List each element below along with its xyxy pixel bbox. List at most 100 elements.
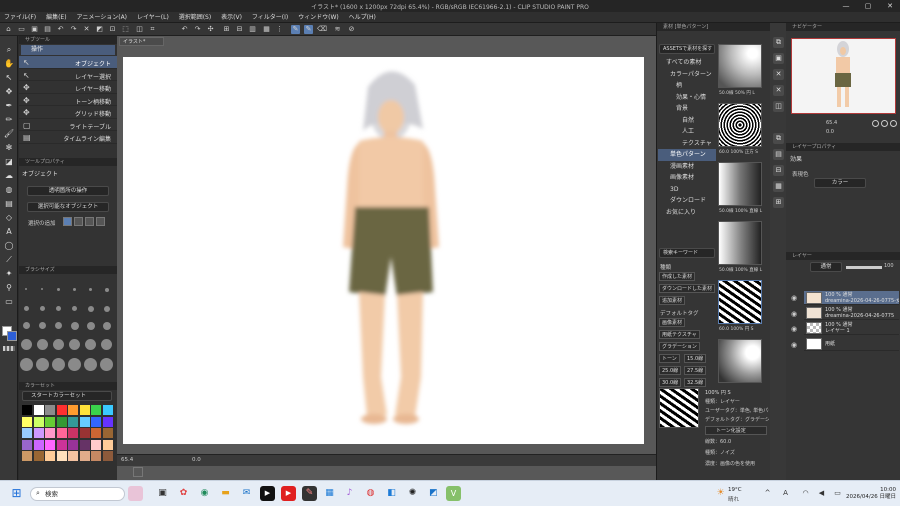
tree-item[interactable]: 自然 bbox=[658, 115, 716, 127]
tone-setting-checkbox[interactable]: トーン化設定 bbox=[705, 426, 767, 435]
tree-item[interactable]: テクスチャ bbox=[658, 138, 716, 150]
tag-gradation[interactable]: グラデーション bbox=[659, 342, 700, 351]
windows-start-icon[interactable]: ⊞ bbox=[9, 486, 24, 501]
new-file-icon[interactable]: ▭ bbox=[17, 25, 26, 34]
brush-size-option[interactable] bbox=[21, 339, 32, 350]
visibility-icon[interactable]: ◉ bbox=[789, 293, 799, 303]
frame-tool-icon[interactable]: ▭ bbox=[2, 296, 16, 307]
keyword-search-input[interactable]: 検索キーワード bbox=[659, 248, 715, 258]
tree-item[interactable]: 漫画素材 bbox=[658, 161, 716, 173]
color-swatch[interactable] bbox=[91, 439, 101, 450]
pen-tool-icon[interactable]: ✒ bbox=[2, 100, 16, 111]
material-thumb[interactable] bbox=[718, 44, 762, 88]
layer-row[interactable]: 用紙 bbox=[804, 337, 899, 351]
tree-item[interactable]: 人工 bbox=[658, 126, 716, 138]
figure-tool-icon[interactable]: ◇ bbox=[2, 212, 16, 223]
brush-size-option[interactable] bbox=[23, 322, 30, 329]
sub-tool-layer-move[interactable]: ✥ レイヤー移動 bbox=[19, 81, 117, 94]
brush-size-option[interactable] bbox=[40, 306, 45, 311]
brush-size-option[interactable] bbox=[89, 288, 92, 291]
zoom-out-icon[interactable] bbox=[881, 120, 888, 127]
color-swatch[interactable] bbox=[91, 416, 101, 427]
tree-item[interactable]: お気に入り bbox=[658, 207, 716, 219]
edge-icon[interactable]: ◉ bbox=[197, 486, 212, 501]
color-swatch[interactable] bbox=[45, 451, 55, 461]
zoom-in-icon[interactable] bbox=[872, 120, 879, 127]
fill-tool-icon[interactable]: ◍ bbox=[2, 184, 16, 195]
menu-layer[interactable]: レイヤー(L) bbox=[133, 12, 173, 23]
tree-item[interactable]: 背景 bbox=[658, 103, 716, 115]
layer-row-selected[interactable]: 100 % 通常 dreamina-2026-04-26-0775-女の子 bbox=[804, 291, 899, 305]
eraser-tool-icon[interactable]: ◪ bbox=[2, 156, 16, 167]
sub-tool-timeline[interactable]: ▤ タイムライン編集 bbox=[19, 131, 117, 144]
animation-dock-icon[interactable]: ▦ bbox=[773, 181, 784, 192]
color-swatch[interactable] bbox=[79, 439, 90, 450]
zoom-readout[interactable]: 65.4 bbox=[121, 457, 133, 463]
tag-downloaded[interactable]: ダウンロードした素材 bbox=[659, 284, 716, 293]
subtract-selection-icon[interactable] bbox=[85, 217, 94, 226]
color-swatch[interactable] bbox=[33, 439, 44, 450]
brush-size-option[interactable] bbox=[52, 358, 65, 371]
color-swatch[interactable] bbox=[79, 405, 90, 415]
color-swatch[interactable] bbox=[33, 405, 44, 415]
layer-search-dock-icon[interactable]: ⊟ bbox=[773, 165, 784, 176]
color-swatch[interactable] bbox=[22, 451, 32, 461]
brush-size-option[interactable] bbox=[100, 358, 113, 371]
ime-indicator[interactable]: A bbox=[778, 486, 793, 501]
brush-size-option[interactable] bbox=[57, 288, 60, 291]
redo-icon[interactable]: ↷ bbox=[69, 25, 78, 34]
transform-icon[interactable]: ⊡ bbox=[108, 25, 117, 34]
tag-15[interactable]: 15.0線 bbox=[684, 354, 707, 363]
menu-file[interactable]: ファイル(F) bbox=[0, 12, 40, 23]
color-swatch[interactable] bbox=[79, 451, 90, 461]
sub-tool-grid-move[interactable]: ✥ グリッド移動 bbox=[19, 106, 117, 119]
brush-size-option[interactable] bbox=[20, 358, 33, 371]
brush-size-option[interactable] bbox=[101, 339, 112, 350]
tag-created[interactable]: 作成した素材 bbox=[659, 272, 696, 281]
maximize-button[interactable]: ▢ bbox=[858, 0, 878, 12]
menu-window[interactable]: ウィンドウ(W) bbox=[294, 12, 343, 23]
battery-icon[interactable]: ▭ bbox=[830, 486, 845, 501]
layer-opacity[interactable]: 100 bbox=[884, 263, 894, 269]
tag-tone[interactable]: トーン bbox=[659, 354, 680, 363]
color-swatch[interactable] bbox=[102, 416, 113, 427]
timeline-dock-icon[interactable]: ⊞ bbox=[773, 197, 784, 208]
opacity-slider[interactable] bbox=[846, 266, 882, 269]
tree-item[interactable]: カラーパターン bbox=[658, 69, 716, 81]
explorer-icon[interactable]: ▬ bbox=[218, 486, 233, 501]
brush-size-option[interactable] bbox=[41, 288, 43, 290]
color-swatch[interactable] bbox=[56, 416, 67, 427]
color-swatch[interactable] bbox=[102, 428, 113, 438]
tag-added[interactable]: 追加素材 bbox=[659, 296, 686, 305]
sub-tool-object[interactable]: ↖ オブジェクト bbox=[19, 56, 117, 69]
color-swatch[interactable] bbox=[102, 439, 113, 450]
transparent-color-swatch[interactable] bbox=[3, 346, 15, 351]
open-file-icon[interactable]: ▣ bbox=[30, 25, 39, 34]
color-swatch[interactable] bbox=[68, 439, 78, 450]
hand-tool-icon[interactable]: ✋ bbox=[2, 58, 16, 69]
operation-tool-icon[interactable]: ↖ bbox=[2, 72, 16, 83]
color-swatch[interactable] bbox=[56, 439, 67, 450]
tag-30[interactable]: 30.0線 bbox=[659, 378, 682, 387]
tag-paper-texture[interactable]: 用紙テクスチャ bbox=[659, 330, 700, 339]
layer-row[interactable]: 100 % 通常 dreamina-2026-04-26-0775 bbox=[804, 306, 899, 320]
taskbar-clock[interactable]: 10:00 2026/04/26 日曜日 bbox=[846, 487, 896, 501]
grid-icon[interactable]: ⊞ bbox=[222, 25, 231, 34]
color-swatch[interactable] bbox=[91, 405, 101, 415]
tray-chevron-icon[interactable]: ^ bbox=[760, 486, 775, 501]
balloon-tool-icon[interactable]: ◯ bbox=[2, 240, 16, 251]
vscode-icon[interactable]: ◧ bbox=[384, 486, 399, 501]
blend-tool-icon[interactable]: ☁ bbox=[2, 170, 16, 181]
menu-selection[interactable]: 選択範囲(S) bbox=[175, 12, 216, 23]
canvas-paper[interactable] bbox=[123, 57, 644, 444]
brush-size-option[interactable] bbox=[88, 306, 94, 312]
clear-icon[interactable]: ✕ bbox=[82, 25, 91, 34]
brush-size-option[interactable] bbox=[68, 358, 81, 371]
material-thumb-selected[interactable] bbox=[718, 280, 762, 324]
material-thumb[interactable] bbox=[718, 339, 762, 383]
color-swatch[interactable] bbox=[33, 428, 44, 438]
gradient-tool-icon[interactable]: ▤ bbox=[2, 198, 16, 209]
new-selection-icon[interactable] bbox=[63, 217, 72, 226]
color-swatch[interactable] bbox=[45, 428, 55, 438]
mail-icon[interactable]: ✉ bbox=[239, 486, 254, 501]
